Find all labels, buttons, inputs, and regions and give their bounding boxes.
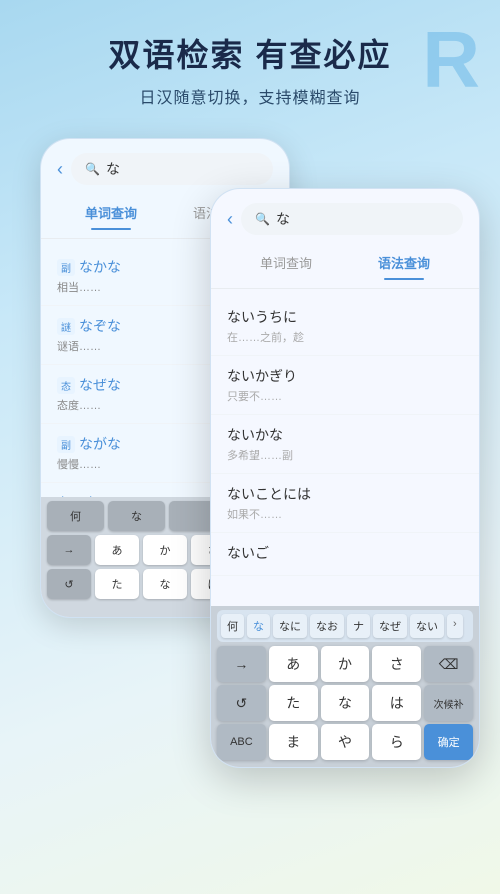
front-search-bar[interactable]: 🔍 な <box>241 203 463 235</box>
header-title: 双语检索 有查必应 <box>20 30 480 76</box>
fkey-undo[interactable]: ↺ <box>217 685 266 721</box>
kana-suggestion-row: 何 な なに なお ナ なぜ ない › <box>217 610 473 642</box>
front-search-text: な <box>276 209 290 229</box>
fkey-next-candidate[interactable]: 次候补 <box>424 685 473 721</box>
phones-container: ‹ 🔍 な 单词查询 语法查询 副なかな 相当…… 謎なぞな 谜语…… 态なぜな… <box>0 128 500 848</box>
chevron-right-icon[interactable]: › <box>447 614 463 638</box>
key-a[interactable]: あ <box>95 535 139 565</box>
grammar-cn: 如果不…… <box>227 506 463 522</box>
kana-naze[interactable]: なぜ <box>373 614 407 638</box>
grammar-jp: ないかぎり <box>227 366 463 386</box>
front-keyboard: 何 な なに なお ナ なぜ ない › → あ か さ ⌫ ↺ た な は 次候… <box>211 606 479 767</box>
kana-na[interactable]: な <box>247 614 270 638</box>
key-ta[interactable]: た <box>95 569 139 599</box>
fkey-backspace[interactable]: ⌫ <box>424 646 473 682</box>
front-tabs: 单词查询 语法查询 <box>211 245 479 280</box>
front-search-icon: 🔍 <box>255 212 270 226</box>
front-divider <box>211 288 479 289</box>
header-subtitle: 日汉随意切换，支持模糊查询 <box>20 84 480 108</box>
back-search-text: な <box>106 159 120 179</box>
kana-nai[interactable]: ない <box>410 614 444 638</box>
header: R 双语检索 有查必应 日汉随意切换，支持模糊查询 <box>0 0 500 128</box>
kana-nani[interactable]: 何 <box>221 614 244 638</box>
kana-nani2[interactable]: なに <box>273 614 307 638</box>
fkey-ka[interactable]: か <box>321 646 370 682</box>
tag: 副 <box>57 436 75 453</box>
grammar-item[interactable]: ないうちに 在……之前，趁 <box>211 297 479 356</box>
front-back-arrow-icon[interactable]: ‹ <box>227 209 233 230</box>
front-kbd-grid: → あ か さ ⌫ ↺ た な は 次候补 ABC ま や ら 确定 <box>217 646 473 760</box>
key-arrow-right[interactable]: → <box>47 535 91 565</box>
fkey-ha[interactable]: は <box>372 685 421 721</box>
grammar-jp: ないことには <box>227 484 463 504</box>
fkey-confirm[interactable]: 确定 <box>424 724 473 760</box>
fkey-ma[interactable]: ま <box>269 724 318 760</box>
fkey-ra[interactable]: ら <box>372 724 421 760</box>
back-search-bar[interactable]: 🔍 な <box>71 153 273 185</box>
grammar-jp: ないご <box>227 543 463 563</box>
key-na[interactable]: な <box>108 501 165 531</box>
back-arrow-icon[interactable]: ‹ <box>57 159 63 180</box>
key-nani[interactable]: 何 <box>47 501 104 531</box>
fkey-ya[interactable]: や <box>321 724 370 760</box>
fkey-ta[interactable]: た <box>269 685 318 721</box>
tab-word-query-front[interactable]: 单词查询 <box>227 245 345 280</box>
search-icon: 🔍 <box>85 162 100 176</box>
grammar-item[interactable]: ないかな 多希望……副 <box>211 415 479 474</box>
key-ka[interactable]: か <box>143 535 187 565</box>
key-undo[interactable]: ↺ <box>47 569 91 599</box>
front-phone: ‹ 🔍 な 单词查询 语法查询 ないうちに 在……之前，趁 ないかぎり 只要不…… <box>210 188 480 768</box>
r-logo: R <box>422 20 480 100</box>
front-phone-topbar: ‹ 🔍 な <box>211 189 479 245</box>
back-phone-topbar: ‹ 🔍 な <box>41 139 289 195</box>
grammar-jp: ないうちに <box>227 307 463 327</box>
tab-word-query-back[interactable]: 单词查询 <box>57 195 165 230</box>
grammar-jp: ないかな <box>227 425 463 445</box>
fkey-na[interactable]: な <box>321 685 370 721</box>
fkey-a[interactable]: あ <box>269 646 318 682</box>
fkey-sa[interactable]: さ <box>372 646 421 682</box>
fkey-abc[interactable]: ABC <box>217 724 266 760</box>
tag: 副 <box>57 259 75 276</box>
grammar-item[interactable]: ないことには 如果不…… <box>211 474 479 533</box>
tab-grammar-query-front[interactable]: 语法查询 <box>345 245 463 280</box>
grammar-cn: 只要不…… <box>227 388 463 404</box>
grammar-item[interactable]: ないご <box>211 533 479 576</box>
kana-NA[interactable]: ナ <box>347 614 370 638</box>
fkey-arrow-right[interactable]: → <box>217 646 266 682</box>
kana-nao[interactable]: なお <box>310 614 344 638</box>
grammar-item[interactable]: ないかぎり 只要不…… <box>211 356 479 415</box>
key-na2[interactable]: な <box>143 569 187 599</box>
tag: 态 <box>57 377 75 394</box>
grammar-cn: 多希望……副 <box>227 447 463 463</box>
grammar-cn: 在……之前，趁 <box>227 329 463 345</box>
tag: 謎 <box>57 318 75 335</box>
